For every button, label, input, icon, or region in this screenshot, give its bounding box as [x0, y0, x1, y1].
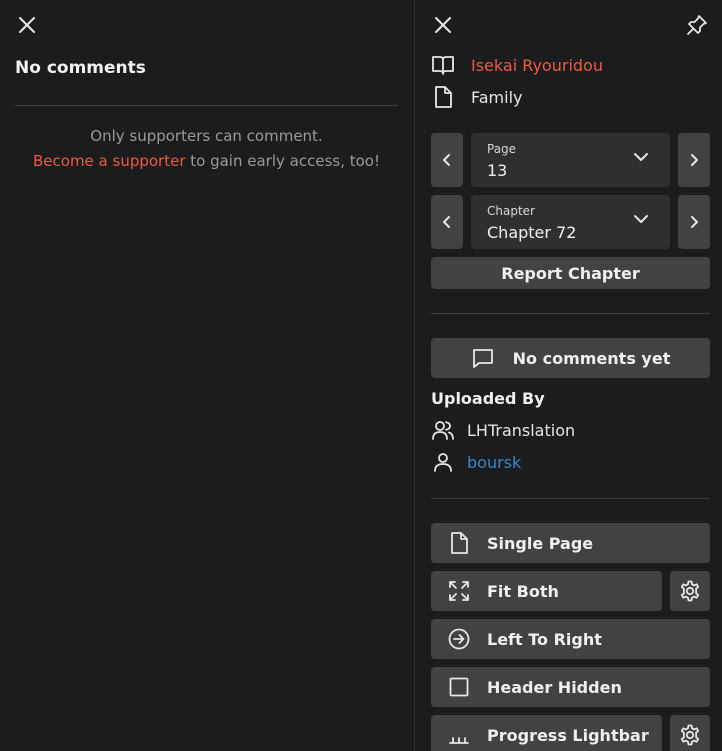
pin-icon[interactable] — [685, 13, 709, 37]
square-icon — [447, 675, 471, 699]
page-select-label: Page — [487, 142, 517, 156]
chapter-select-value: Chapter 72 — [487, 223, 577, 242]
progress-bar-button[interactable]: Progress Lightbar — [431, 715, 662, 751]
uploader-link[interactable]: boursk — [467, 453, 521, 472]
fit-mode-label: Fit Both — [487, 581, 559, 601]
previous-chapter-button[interactable] — [431, 195, 463, 249]
close-menu-icon[interactable] — [431, 13, 455, 37]
chapter-select[interactable]: Chapter Chapter 72 — [471, 195, 670, 249]
chevron-down-icon — [634, 215, 648, 223]
comments-title: No comments — [15, 58, 146, 78]
page-select[interactable]: Page 13 — [471, 133, 670, 187]
uploaded-by-heading: Uploaded By — [431, 389, 545, 408]
divider — [431, 498, 710, 499]
arrow-right-circle-icon — [447, 627, 471, 651]
file-icon — [431, 85, 455, 109]
reading-direction-label: Left To Right — [487, 629, 602, 649]
users-icon — [431, 418, 455, 442]
become-supporter-link[interactable]: Become a supporter — [33, 152, 186, 170]
chevron-right-icon — [691, 216, 698, 228]
gear-icon — [680, 580, 700, 602]
user-icon — [431, 450, 455, 474]
report-chapter-button[interactable]: Report Chapter — [431, 257, 710, 289]
chevron-left-icon — [443, 154, 450, 166]
gear-icon — [680, 724, 700, 746]
chevron-left-icon — [443, 216, 450, 228]
manga-title-row: Isekai Ryouridou — [431, 53, 603, 77]
group-name[interactable]: LHTranslation — [467, 421, 575, 440]
fit-mode-button[interactable]: Fit Both — [431, 571, 662, 611]
book-icon — [431, 53, 455, 77]
early-access-text: to gain early access, too! — [185, 152, 380, 170]
progress-settings-button[interactable] — [670, 715, 710, 751]
divider — [431, 313, 710, 314]
progress-bar-label: Progress Lightbar — [487, 725, 649, 745]
reader-menu-panel: Isekai Ryouridou Family Page 13 Chapter … — [415, 0, 722, 751]
chapter-select-label: Chapter — [487, 204, 535, 218]
page-select-value: 13 — [487, 161, 508, 180]
chevron-right-icon — [691, 154, 698, 166]
divider — [15, 105, 398, 106]
fit-settings-button[interactable] — [670, 571, 710, 611]
next-chapter-button[interactable] — [678, 195, 710, 249]
comments-panel: No comments Only supporters can comment.… — [0, 0, 414, 751]
supporter-line: Become a supporter to gain early access,… — [15, 149, 398, 174]
chapter-name: Family — [471, 87, 523, 107]
manga-title-link[interactable]: Isekai Ryouridou — [471, 56, 603, 75]
previous-page-button[interactable] — [431, 133, 463, 187]
expand-icon — [447, 579, 471, 603]
comment-icon — [471, 346, 495, 370]
file-icon — [447, 531, 471, 555]
header-toggle-label: Header Hidden — [487, 677, 622, 697]
uploader-row: boursk — [431, 450, 521, 474]
page-mode-button[interactable]: Single Page — [431, 523, 710, 563]
comments-button-label: No comments yet — [512, 348, 671, 368]
supporters-only-text: Only supporters can comment. — [90, 127, 323, 145]
report-chapter-label: Report Chapter — [501, 263, 640, 283]
next-page-button[interactable] — [678, 133, 710, 187]
chevron-down-icon — [634, 153, 648, 161]
header-toggle-button[interactable]: Header Hidden — [431, 667, 710, 707]
chapter-name-row: Family — [431, 85, 522, 109]
progress-bar-icon — [447, 723, 471, 747]
group-row: LHTranslation — [431, 418, 575, 442]
comments-button[interactable]: No comments yet — [431, 338, 710, 378]
close-comments-icon[interactable] — [15, 13, 39, 37]
page-mode-label: Single Page — [487, 533, 594, 553]
reading-direction-button[interactable]: Left To Right — [431, 619, 710, 659]
supporters-message: Only supporters can comment. Become a su… — [15, 124, 398, 174]
